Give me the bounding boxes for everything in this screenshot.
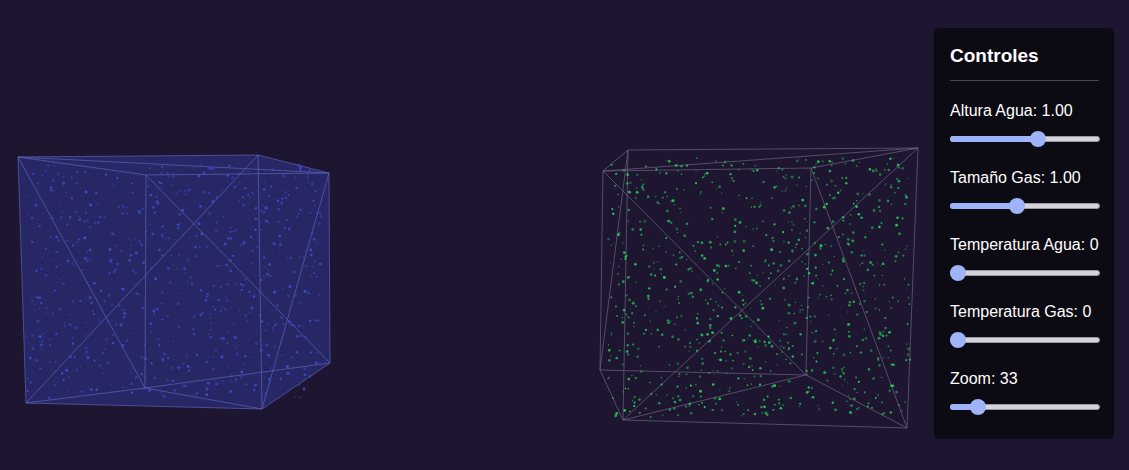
slider-row: Tamaño Gas: 1.00 — [950, 168, 1099, 216]
slider-thumb[interactable] — [1030, 131, 1046, 147]
slider-fill — [950, 136, 1040, 142]
slider-thumb[interactable] — [1009, 198, 1025, 214]
divider — [950, 80, 1099, 81]
slider-track[interactable] — [950, 129, 1100, 149]
slider-label: Temperatura Gas: 0 — [950, 302, 1099, 322]
controls-panel: Controles Altura Agua: 1.00 Tamaño Gas: 1.… — [934, 28, 1114, 439]
slider-fill — [950, 203, 1016, 209]
slider-label: Altura Agua: 1.00 — [950, 101, 1099, 121]
slider-thumb[interactable] — [950, 265, 966, 281]
slider-label: Temperatura Agua: 0 — [950, 235, 1099, 255]
slider-track[interactable] — [950, 263, 1100, 283]
slider-thumb[interactable] — [950, 332, 966, 348]
slider-track[interactable] — [950, 330, 1100, 350]
simulation-view[interactable] — [0, 0, 934, 470]
slider-thumb[interactable] — [970, 399, 986, 415]
water-container — [18, 155, 330, 409]
slider-track[interactable] — [950, 196, 1100, 216]
slider-row: Zoom: 33 — [950, 369, 1099, 417]
slider-label: Zoom: 33 — [950, 369, 1099, 389]
slider-label: Tamaño Gas: 1.00 — [950, 168, 1099, 188]
slider-row: Temperatura Gas: 0 — [950, 302, 1099, 350]
slider-row: Temperatura Agua: 0 — [950, 235, 1099, 283]
panel-title: Controles — [950, 44, 1099, 68]
slider-track[interactable] — [950, 397, 1100, 417]
gas-container — [600, 148, 918, 428]
slider-row: Altura Agua: 1.00 — [950, 101, 1099, 149]
